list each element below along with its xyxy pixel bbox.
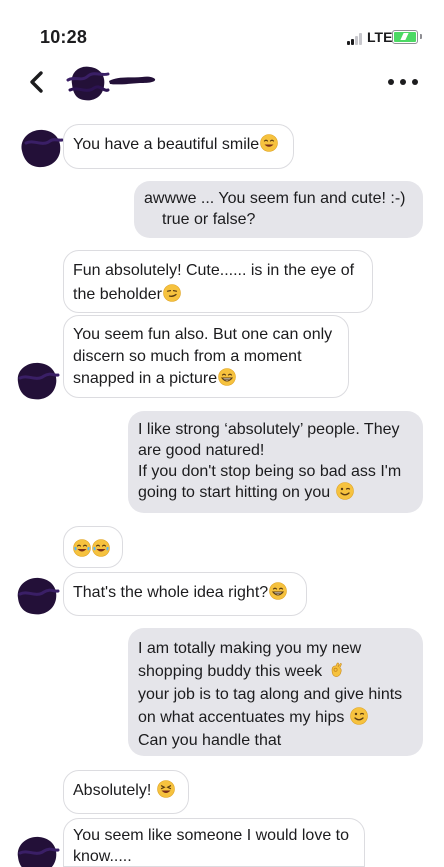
message-text: If you don't stop being so bad ass I'm [138,463,402,480]
message-bubble[interactable]: You have a beautiful smile [63,124,294,169]
message-text: Fun absolutely! Cute...... is in the eye… [73,262,355,279]
message-text: That's the whole idea right? [73,584,269,601]
status-time: 10:28 [40,27,88,47]
battery-icon [392,30,422,44]
message-text: I like strong ‘absolutely’ people. They [138,421,400,438]
status-bar: 10:28 LTE [0,0,444,60]
tears-of-joy-icon [92,539,110,557]
message-text: the beholder [73,286,162,303]
message-bubble[interactable]: I like strong ‘absolutely’ people. They … [128,411,423,513]
message-bubble[interactable]: That's the whole idea right? [63,572,307,616]
signal-strength-icon [347,33,365,45]
message-bubble[interactable]: Absolutely! [63,770,189,814]
message-bubble[interactable]: Fun absolutely! Cute...... is in the eye… [63,250,373,313]
message-text: awwwe ... You seem fun and cute! :-) [144,190,406,207]
conversation-header [0,56,444,108]
grinning-face-icon [269,582,287,600]
message-text: You seem like someone I would love to [73,827,350,844]
message-bubble[interactable]: awwwe ... You seem fun and cute! :-) tru… [134,181,423,238]
message-text: know..... [73,848,132,865]
chevron-left-icon[interactable] [26,66,48,98]
message-bubble[interactable]: I am totally making you my new shopping … [128,628,423,756]
message-text: Can you handle that [138,732,282,749]
laughing-face-icon [156,780,175,798]
contact-avatar-icon [21,129,64,168]
contact-avatar-icon [17,362,60,400]
message-text: on what accentuates my hips [138,709,345,726]
message-text: I am totally making you my new [138,640,362,657]
contact-avatar-icon [17,577,60,615]
grinning-face-with-smiling-eyes-icon [260,134,279,152]
contact-avatar-icon [17,836,60,867]
message-text: true or false? [162,211,256,228]
ellipsis-icon[interactable] [388,70,418,94]
message-text: You seem fun also. But one can only [73,326,333,343]
grinning-face-icon [218,368,236,386]
ok-hand-icon [328,661,346,679]
battery-charging-icon [394,32,416,42]
smirking-face-icon [163,284,181,302]
network-type: LTE [367,29,393,45]
message-text: discern so much from a moment [73,348,302,365]
message-text: going to start hitting on you [138,484,331,501]
winking-face-icon [335,482,354,500]
message-text: shopping buddy this week [138,663,323,680]
message-text: Absolutely! [73,782,152,799]
message-text: your job is to tag along and give hints [138,686,403,703]
message-text: You have a beautiful smile [73,136,260,153]
contact-name-redacted [109,76,156,85]
message-bubble[interactable]: You seem fun also. But one can only disc… [63,315,349,398]
tears-of-joy-icon [73,539,91,557]
message-bubble[interactable] [63,526,123,568]
message-text: snapped in a picture [73,370,218,387]
winking-face-icon [349,707,368,725]
message-text: are good natured! [138,442,265,459]
message-bubble[interactable]: You seem like someone I would love to kn… [63,818,365,867]
contact-avatar[interactable] [64,62,110,104]
